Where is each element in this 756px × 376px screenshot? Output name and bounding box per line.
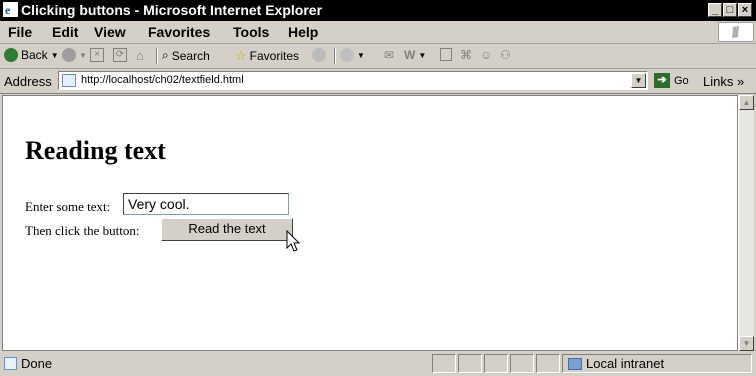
scroll-up-button[interactable]: ▲ bbox=[739, 95, 754, 110]
back-button[interactable]: Back ▼ bbox=[4, 48, 59, 62]
history-button[interactable]: ▼ bbox=[340, 48, 365, 62]
title-bar: e Clicking buttons - Microsoft Internet … bbox=[0, 0, 756, 21]
minimize-button[interactable]: _ bbox=[708, 3, 722, 17]
search-button[interactable]: ⌕ Search bbox=[162, 48, 210, 63]
page-content: Reading text Enter some text: Then click… bbox=[2, 95, 738, 351]
vertical-scrollbar[interactable]: ▲ ▼ bbox=[738, 95, 754, 351]
extra-button[interactable]: ⚇ bbox=[500, 48, 511, 62]
button-prompt-label: Then click the button: bbox=[25, 223, 140, 238]
close-button[interactable]: × bbox=[738, 3, 752, 17]
go-arrow-icon: ➔ bbox=[654, 73, 670, 88]
back-arrow-icon bbox=[4, 48, 18, 62]
search-label: Search bbox=[171, 48, 210, 63]
status-cell bbox=[484, 354, 508, 373]
people-icon: ⚇ bbox=[500, 48, 511, 62]
window-title: Clicking buttons - Microsoft Internet Ex… bbox=[21, 2, 323, 18]
text-input[interactable] bbox=[123, 193, 289, 215]
mail-button[interactable]: ✉ bbox=[384, 48, 394, 62]
star-icon: ☆ bbox=[235, 48, 247, 63]
discuss-icon bbox=[440, 48, 452, 61]
maximize-button[interactable]: □ bbox=[723, 3, 737, 17]
history-icon bbox=[340, 48, 354, 62]
menu-edit[interactable]: Edit bbox=[52, 24, 78, 40]
address-label: Address bbox=[4, 74, 52, 89]
go-label: Go bbox=[674, 74, 689, 87]
messenger-button[interactable]: ☺ bbox=[480, 48, 492, 62]
menu-bar: File Edit View Favorites Tools Help bbox=[0, 21, 756, 44]
toolbar-separator bbox=[156, 48, 158, 64]
dropdown-arrow-icon: ▼ bbox=[50, 50, 59, 60]
mail-icon: ✉ bbox=[384, 48, 395, 62]
status-main: Done bbox=[4, 356, 52, 371]
favorites-button[interactable]: ☆ Favorites bbox=[235, 48, 299, 64]
page-icon bbox=[4, 357, 17, 370]
refresh-icon: ⟳ bbox=[113, 48, 127, 62]
word-icon: W bbox=[404, 48, 416, 62]
windows-logo-icon bbox=[718, 22, 754, 42]
mouse-cursor-icon bbox=[286, 230, 301, 252]
home-icon: ⌂ bbox=[136, 48, 144, 63]
status-cell bbox=[510, 354, 534, 373]
address-bar: Address http://localhost/ch02/textfield.… bbox=[0, 69, 756, 94]
text-field-label: Enter some text: bbox=[25, 199, 111, 214]
ie-logo-icon: e bbox=[3, 2, 18, 17]
menu-view[interactable]: View bbox=[94, 24, 126, 40]
dropdown-arrow-icon: ▼ bbox=[418, 50, 427, 60]
links-toolbar[interactable]: Links » bbox=[703, 74, 744, 89]
address-dropdown-button[interactable]: ▼ bbox=[631, 73, 646, 88]
address-input[interactable]: http://localhost/ch02/textfield.html ▼ bbox=[58, 71, 648, 90]
svg-text:e: e bbox=[5, 3, 11, 17]
back-label: Back bbox=[21, 48, 48, 62]
dropdown-arrow-icon: ▼ bbox=[79, 50, 87, 60]
address-url: http://localhost/ch02/textfield.html bbox=[81, 74, 244, 86]
security-zone: Local intranet bbox=[568, 356, 664, 371]
forward-button[interactable]: ▼ bbox=[62, 48, 87, 62]
menu-help[interactable]: Help bbox=[288, 24, 318, 40]
media-icon bbox=[312, 48, 326, 62]
refresh-button[interactable]: ⟳ bbox=[113, 48, 127, 62]
menu-tools[interactable]: Tools bbox=[233, 24, 269, 40]
stop-icon: × bbox=[90, 48, 104, 62]
intranet-icon bbox=[568, 357, 582, 370]
forward-arrow-icon bbox=[62, 48, 76, 62]
dropdown-arrow-icon: ▼ bbox=[357, 50, 365, 60]
search-icon: ⌕ bbox=[162, 48, 169, 62]
go-button[interactable]: ➔ Go bbox=[654, 73, 689, 88]
status-cell bbox=[432, 354, 456, 373]
menu-file[interactable]: File bbox=[8, 24, 32, 40]
read-text-button[interactable]: Read the text bbox=[161, 218, 293, 241]
favorites-label: Favorites bbox=[249, 49, 300, 63]
toolbar-separator bbox=[334, 48, 336, 64]
discuss-button[interactable] bbox=[440, 48, 452, 61]
status-bar: Done Local intranet bbox=[0, 352, 756, 376]
zone-label: Local intranet bbox=[586, 356, 665, 371]
page-icon bbox=[62, 74, 76, 87]
menu-favorites[interactable]: Favorites bbox=[148, 24, 210, 40]
scroll-down-button[interactable]: ▼ bbox=[739, 336, 754, 351]
research-button[interactable]: ⌘ bbox=[460, 48, 472, 62]
research-icon: ⌘ bbox=[460, 48, 472, 62]
stop-button[interactable]: × bbox=[90, 48, 104, 62]
status-cell bbox=[536, 354, 560, 373]
status-cell bbox=[458, 354, 482, 373]
page-heading: Reading text bbox=[25, 136, 166, 165]
media-button[interactable] bbox=[312, 48, 326, 62]
home-button[interactable]: ⌂ bbox=[136, 48, 144, 63]
messenger-icon: ☺ bbox=[480, 48, 493, 62]
status-text: Done bbox=[21, 356, 53, 371]
edit-button[interactable]: W ▼ bbox=[404, 48, 426, 62]
standard-toolbar: Back ▼ ▼ × ⟳ ⌂ ⌕ Search ☆ Favorites ▼ ✉ … bbox=[0, 44, 756, 69]
